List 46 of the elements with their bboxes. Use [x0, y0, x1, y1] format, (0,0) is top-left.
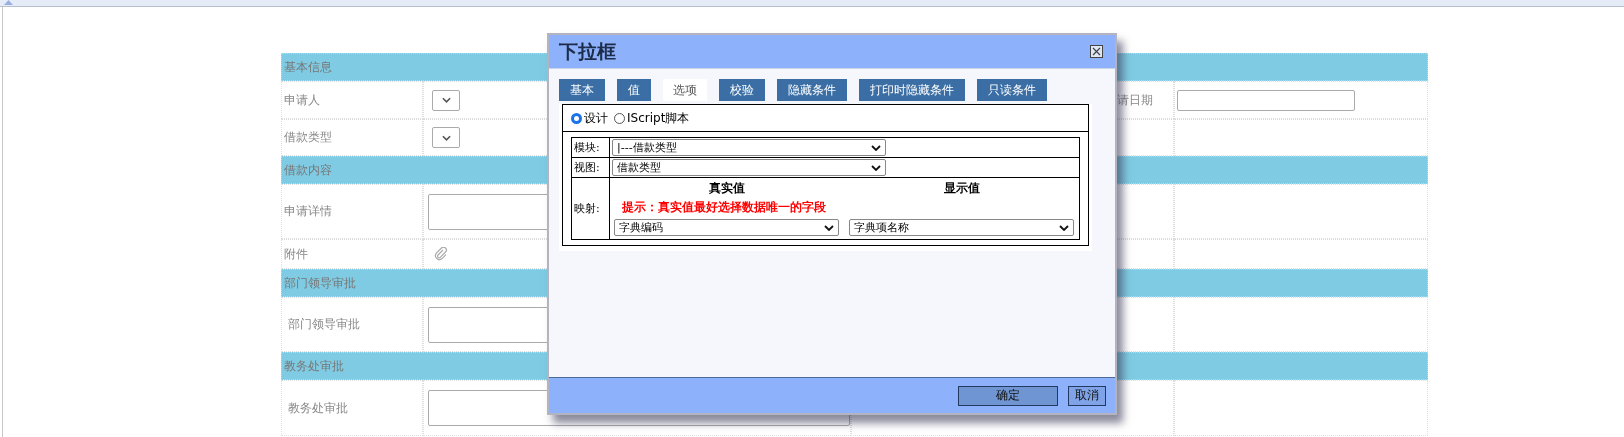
section-title: 借款内容 — [283, 161, 332, 179]
dropdown-select[interactable] — [432, 127, 460, 148]
field-label: 部门领导审批 — [287, 316, 360, 333]
chevron-down-icon — [1058, 224, 1069, 231]
hint-text: 提示：真实值最好选择数据唯一的字段 — [621, 199, 827, 216]
column-header: 真实值 — [708, 180, 747, 197]
field-label: 教务处审批 — [287, 399, 348, 417]
real-value-select[interactable]: 字典编码 — [614, 219, 839, 236]
section-title: 基本信息 — [283, 58, 332, 76]
date-field[interactable] — [1177, 89, 1355, 111]
field-label: 申请人 — [283, 91, 320, 109]
chevron-down-icon — [441, 97, 451, 103]
tab[interactable]: 打印时隐藏条件 — [859, 79, 965, 101]
view-label: 视图: — [574, 160, 600, 175]
tab[interactable]: 只读条件 — [977, 79, 1047, 101]
radio-button[interactable] — [614, 112, 625, 124]
field-label: 借款类型 — [283, 129, 332, 146]
section-title: 教务处审批 — [283, 357, 344, 375]
close-icon[interactable] — [1090, 45, 1103, 58]
tab[interactable]: 隐藏条件 — [777, 79, 847, 101]
tab[interactable]: 选项 — [663, 79, 707, 101]
module-select[interactable]: |---借款类型 — [612, 139, 886, 156]
chevron-down-icon — [871, 144, 881, 151]
cancel-button[interactable]: 取消 — [1068, 385, 1106, 406]
radio-button[interactable] — [571, 112, 582, 124]
radio-label: 设计 — [584, 109, 608, 127]
tab[interactable]: 校验 — [719, 79, 765, 101]
chevron-down-icon — [824, 224, 834, 231]
field-label: 附件 — [283, 245, 308, 263]
dialog-title: 下拉框 — [559, 38, 616, 64]
module-label: 模块: — [574, 140, 600, 155]
column-header: 显示值 — [942, 180, 981, 197]
radio-label: IScript脚本 — [627, 109, 690, 127]
chevron-down-icon — [871, 164, 881, 171]
field-label: 请日期 — [1117, 91, 1154, 109]
tab[interactable]: 基本 — [559, 79, 605, 101]
tab[interactable]: 值 — [617, 79, 651, 101]
mapping-label: 映射: — [574, 201, 600, 216]
view-select[interactable]: 借款类型 — [612, 159, 886, 176]
chevron-down-icon — [441, 134, 451, 141]
paperclip-icon[interactable] — [434, 247, 448, 261]
section-title: 部门领导审批 — [283, 274, 356, 292]
display-value-select[interactable]: 字典项名称 — [848, 219, 1074, 236]
confirm-button[interactable]: 确定 — [958, 385, 1058, 406]
dropdown-select[interactable] — [432, 89, 460, 111]
field-label: 申请详情 — [283, 203, 332, 220]
